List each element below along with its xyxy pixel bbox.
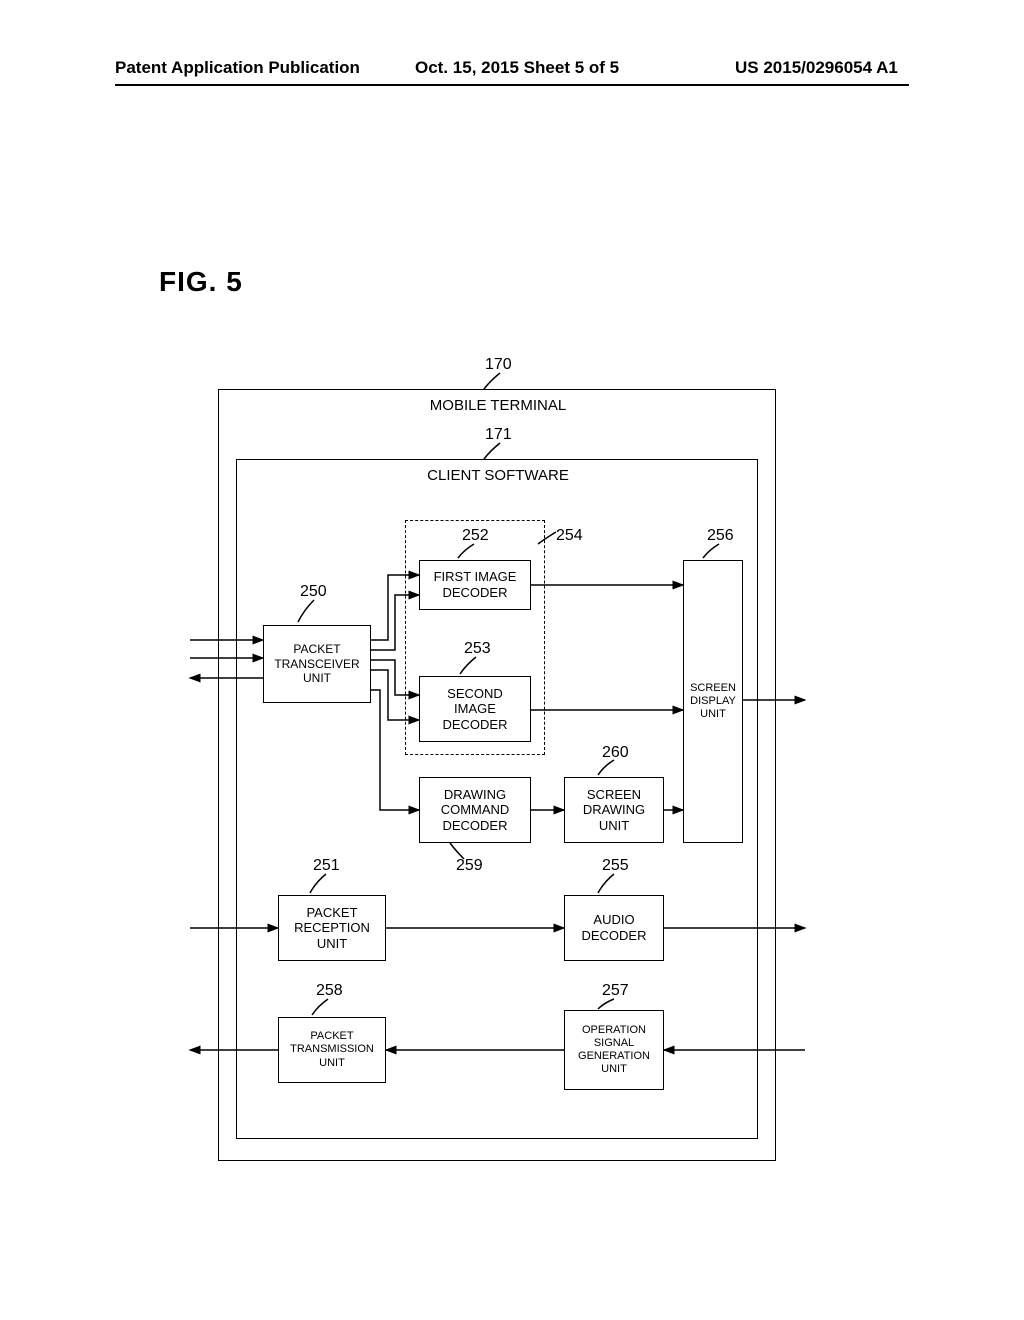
arrows-layer: [0, 0, 1024, 1320]
page: Patent Application Publication Oct. 15, …: [0, 0, 1024, 1320]
